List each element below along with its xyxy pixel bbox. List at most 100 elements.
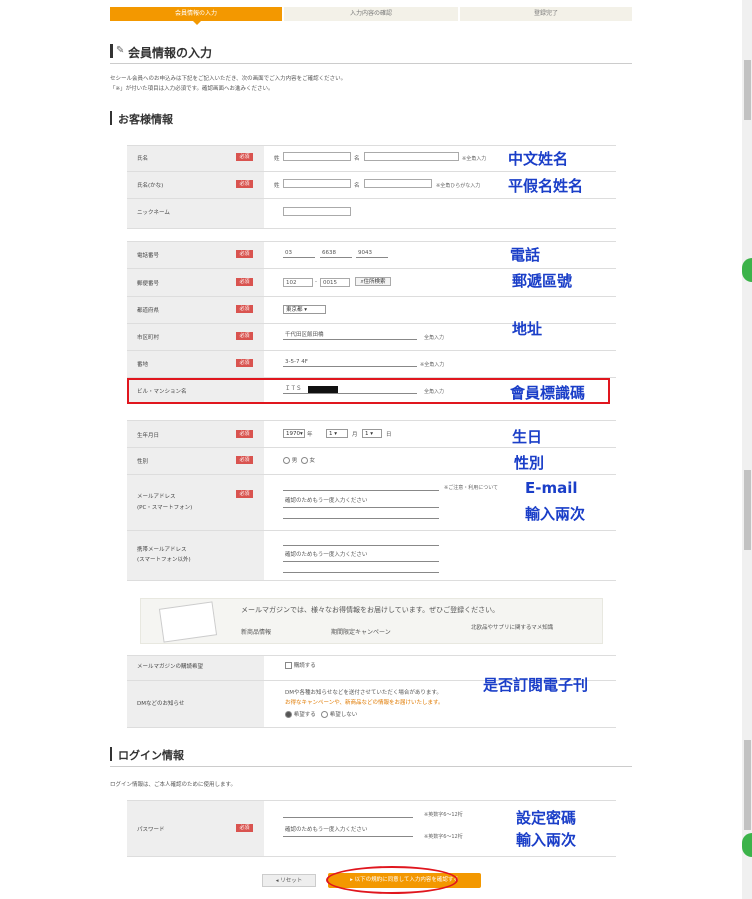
intro-line-1: セシール会員へのお申込みは下記をご記入いただき、次の画面でご入力内容をご確認くだ… <box>110 76 347 82</box>
address-search-button[interactable]: ⌕住所検索 <box>355 277 391 286</box>
birth-day-select[interactable]: 1 ▾ <box>362 429 382 438</box>
row-divider <box>127 580 616 581</box>
scroll-thumb[interactable] <box>744 740 751 830</box>
first-name-input[interactable] <box>364 152 459 161</box>
mobile-email-label-sub: (スマートフォン以外) <box>137 557 191 563</box>
gender-male-radio[interactable] <box>283 457 290 464</box>
mailmag-checkbox[interactable] <box>285 662 292 669</box>
required-badge: 必須 <box>236 359 253 367</box>
section-bar <box>110 747 112 761</box>
year-unit: 年 <box>307 432 313 438</box>
email-confirm-hint: 確認のためもう一度入力ください <box>285 498 368 504</box>
mei-label: 名 <box>354 183 360 189</box>
city-note: 全角入力 <box>424 335 445 341</box>
annotation-gender: 性別 <box>514 454 545 472</box>
dm-yes-radio[interactable] <box>285 711 292 718</box>
birth-day-value: 1 <box>365 431 369 437</box>
step-input: 会員情報の入力 <box>110 7 282 21</box>
gender-female-radio[interactable] <box>300 457 308 464</box>
required-badge: 必須 <box>236 430 253 438</box>
side-widget-icon[interactable] <box>742 833 752 857</box>
mei-label: 名 <box>354 156 360 162</box>
mobile-confirm-input[interactable] <box>283 561 439 562</box>
nickname-input[interactable] <box>283 207 351 216</box>
row-divider <box>127 420 616 421</box>
row-divider <box>127 145 616 146</box>
intro-line-2: 「※」が付いた項目は入力必須です。確認画面へお進みください。 <box>110 86 274 92</box>
email-input[interactable] <box>283 490 439 491</box>
scroll-thumb[interactable] <box>744 470 751 550</box>
password-confirm-input[interactable] <box>283 836 413 837</box>
annotation-phone: 電話 <box>510 246 541 264</box>
pref-label: 都道府県 <box>137 308 160 314</box>
phone-input-2[interactable]: 6638 <box>320 249 352 258</box>
gender-options: 男 女 <box>283 456 315 464</box>
banner-line-1: メールマガジンでは、様々なお得情報をお届けしています。ぜひご登録ください。 <box>241 606 500 614</box>
sei-label: 姓 <box>274 156 280 162</box>
dm-text-2: お得なキャンペーンや、新商品などの情報をお届けいたします。 <box>285 700 444 706</box>
row-divider <box>127 474 616 475</box>
birth-month-select[interactable]: 1 ▾ <box>326 429 348 438</box>
side-widget-icon[interactable] <box>742 258 752 282</box>
city-input[interactable]: 千代田区飯田橋 <box>283 331 417 340</box>
reset-button[interactable]: ◂ リセット <box>262 874 316 887</box>
step-confirm: 入力内容の確認 <box>284 7 458 21</box>
row-divider <box>127 800 616 801</box>
city-label: 市区町村 <box>137 335 160 341</box>
annotation-member-id: 會員標識碼 <box>510 384 586 402</box>
row-divider <box>127 241 616 242</box>
birth-year-select[interactable]: 1970▾ <box>283 429 305 438</box>
kana-label: 氏名(かな) <box>137 183 164 189</box>
mailmag-label: メールマガジンの購読希望 <box>137 664 204 670</box>
dm-no-radio[interactable] <box>321 711 329 718</box>
reset-label: リセット <box>280 878 303 884</box>
email-confirm-input[interactable] <box>283 507 439 508</box>
row-divider <box>127 296 616 297</box>
chevron-down-icon: ▾ <box>334 431 338 437</box>
triangle-left-icon: ◂ <box>275 878 279 884</box>
phone-input-1[interactable]: 03 <box>283 249 315 258</box>
banchi-input[interactable]: 3-5-7 4F <box>283 358 417 367</box>
scroll-thumb[interactable] <box>744 60 751 120</box>
nickname-label: ニックネーム <box>137 210 170 216</box>
annotation-zip: 郵遞區號 <box>512 272 573 290</box>
address-search-label: 住所検索 <box>363 279 386 285</box>
gender-label: 性別 <box>137 459 149 465</box>
password-label: パスワード <box>137 827 165 833</box>
prefecture-select[interactable]: 東京都 ▾ <box>283 305 326 314</box>
zip-dash: - <box>315 279 317 285</box>
zip-input-2[interactable]: 0015 <box>320 278 350 287</box>
name-label: 氏名 <box>137 156 149 162</box>
page-title: 会員情報の入力 <box>128 46 213 60</box>
phone-input-3[interactable]: 9043 <box>356 249 388 258</box>
last-name-input[interactable] <box>283 152 351 161</box>
sei-label: 姓 <box>274 183 280 189</box>
name-note: ※全角入力 <box>462 156 487 162</box>
password-note-2: ※英数字6〜12桁 <box>424 834 463 840</box>
dm-yes-label: 希望する <box>293 712 316 718</box>
annotation-mailmag: 是否訂閱電子刊 <box>483 676 589 694</box>
banchi-note: ※全角入力 <box>420 362 445 368</box>
gender-male-label: 男 <box>291 458 298 464</box>
login-divider <box>110 766 632 767</box>
annotation-password-twice: 輸入兩次 <box>516 831 577 849</box>
password-input[interactable] <box>283 817 413 818</box>
required-badge: 必須 <box>236 824 253 832</box>
row-divider <box>127 655 616 656</box>
annotation-kana: 平假名姓名 <box>508 177 584 195</box>
mobile-email-input[interactable] <box>283 545 439 546</box>
zip-input-1[interactable]: 102 <box>283 278 313 287</box>
first-name-kana-input[interactable] <box>364 179 432 188</box>
row-divider <box>127 323 616 324</box>
step-complete: 登録完了 <box>460 7 632 21</box>
day-unit: 日 <box>386 432 392 438</box>
row-divider <box>127 350 616 351</box>
pencil-icon: ✎ <box>116 45 125 56</box>
scrollbar[interactable] <box>742 0 752 899</box>
annotation-name: 中文姓名 <box>508 150 569 168</box>
banchi-label: 番地 <box>137 362 149 368</box>
login-intro: ログイン情報は、ご本人確認のために使用します。 <box>110 782 236 788</box>
last-name-kana-input[interactable] <box>283 179 351 188</box>
required-badge: 必須 <box>236 305 253 313</box>
annotation-birth: 生日 <box>512 428 543 446</box>
